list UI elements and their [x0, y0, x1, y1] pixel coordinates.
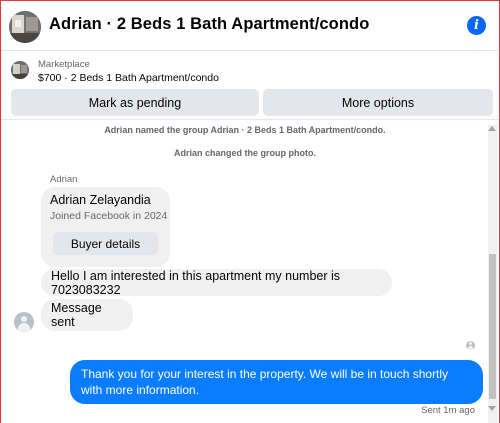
outgoing-message[interactable]: Thank you for your interest in the prope…	[70, 360, 483, 404]
scrollbar-thumb[interactable]	[489, 254, 496, 399]
buyer-joined-date: Joined Facebook in 2024	[50, 210, 168, 222]
scroll-up-arrow-icon[interactable]	[488, 126, 496, 131]
chat-header: Adrian · 2 Beds 1 Bath Apartment/condo i	[1, 1, 499, 51]
sender-avatar[interactable]	[14, 312, 34, 332]
incoming-message[interactable]: Hello I am interested in this apartment …	[41, 269, 392, 297]
sent-status: Sent 1m ago	[421, 405, 475, 416]
listing-title[interactable]: $700 · 2 Beds 1 Bath Apartment/condo	[38, 72, 219, 84]
chat-title[interactable]: Adrian · 2 Beds 1 Bath Apartment/condo	[49, 15, 369, 34]
more-options-button[interactable]: More options	[263, 89, 493, 116]
info-icon[interactable]: i	[467, 16, 486, 35]
buyer-details-button[interactable]: Buyer details	[53, 232, 158, 255]
listing-thumbnail[interactable]	[11, 61, 29, 79]
mark-as-pending-button[interactable]: Mark as pending	[11, 89, 259, 116]
marketplace-label: Marketplace	[38, 59, 90, 70]
sender-name: Adrian	[50, 174, 78, 185]
system-message: Adrian named the group Adrian · 2 Beds 1…	[104, 125, 386, 135]
buyer-name: Adrian Zelayandia	[50, 193, 151, 207]
group-photo[interactable]	[9, 11, 41, 43]
incoming-message[interactable]: Message sent	[41, 299, 133, 331]
scroll-down-arrow-icon[interactable]	[488, 406, 496, 411]
messenger-window: Adrian · 2 Beds 1 Bath Apartment/condo i…	[0, 0, 500, 423]
system-message: Adrian changed the group photo.	[174, 148, 316, 158]
seen-by-avatar-icon	[466, 341, 475, 350]
